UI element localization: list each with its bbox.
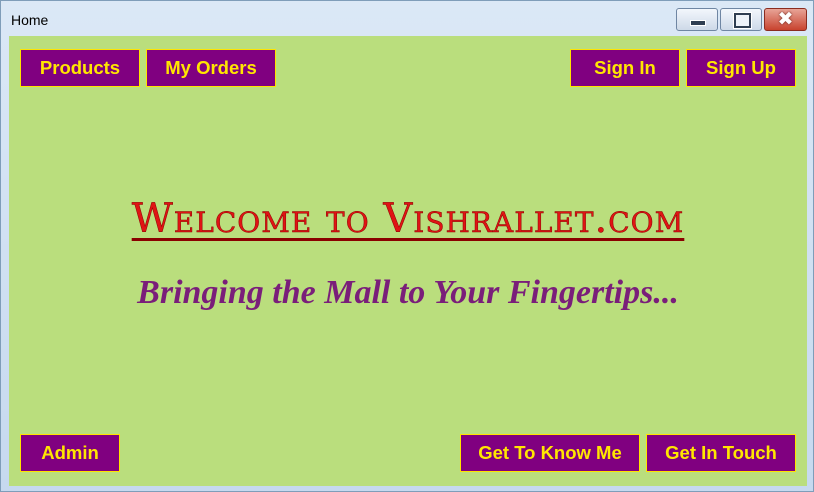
sign-up-button[interactable]: Sign Up (686, 49, 796, 87)
my-orders-button[interactable]: My Orders (146, 49, 276, 87)
products-button[interactable]: Products (20, 49, 140, 87)
minimize-icon (690, 20, 706, 26)
get-to-know-me-button[interactable]: Get To Know Me (460, 434, 640, 472)
app-window: Home ✖ Products My Orders Sign In Sign U… (0, 0, 814, 492)
window-title: Home (11, 12, 49, 28)
tagline: Bringing the Mall to Your Fingertips... (137, 274, 679, 311)
sign-in-button[interactable]: Sign In (570, 49, 680, 87)
title-bar[interactable]: Home ✖ (1, 1, 813, 35)
maximize-button[interactable] (720, 8, 762, 31)
get-in-touch-button[interactable]: Get In Touch (646, 434, 796, 472)
close-icon: ✖ (777, 8, 794, 30)
maximize-icon (734, 13, 751, 28)
main-panel: Products My Orders Sign In Sign Up Welco… (9, 36, 807, 486)
close-button[interactable]: ✖ (764, 8, 807, 31)
welcome-heading-wrap: Welcome to Vishrallet.com (9, 196, 807, 243)
admin-button[interactable]: Admin (20, 434, 120, 472)
welcome-heading: Welcome to Vishrallet.com (131, 196, 685, 243)
minimize-button[interactable] (676, 8, 718, 31)
